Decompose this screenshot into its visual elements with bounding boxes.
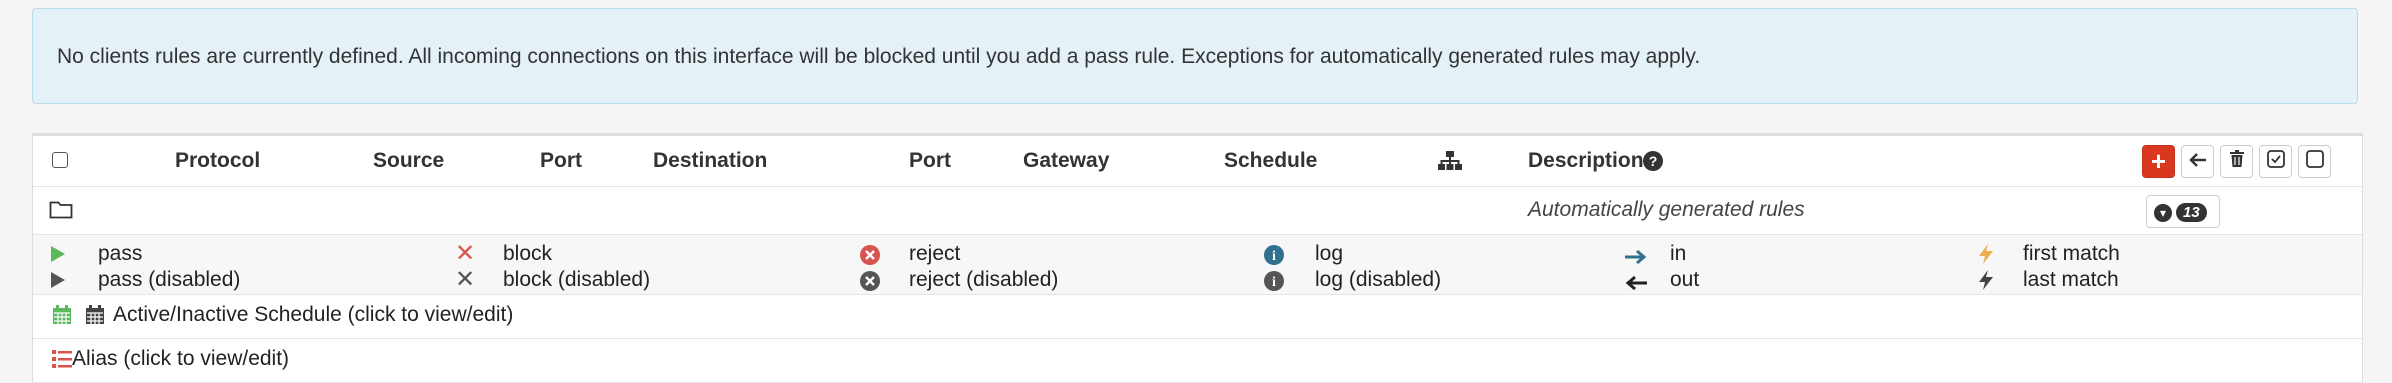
header-port-destination[interactable]: Port (909, 149, 951, 173)
delete-selected-button[interactable] (2220, 145, 2253, 178)
info-icon[interactable]: ? (1642, 150, 1664, 178)
rules-panel: Protocol Source Port Destination Port Ga… (32, 133, 2363, 383)
times-icon: ✕ (455, 240, 476, 267)
times-disabled-icon: ✕ (455, 266, 476, 293)
chevron-down-icon: ▾ (2154, 204, 2172, 222)
arrow-left-icon (2188, 151, 2207, 172)
bolt-disabled-icon (1977, 269, 1995, 297)
legend-log-disabled: log (disabled) (1315, 268, 1442, 291)
header-schedule[interactable]: Schedule (1224, 149, 1317, 173)
calendar-icon (52, 305, 72, 331)
legend-row: pass pass (disabled) ✕ block ✕ block (di… (33, 235, 2362, 295)
header-gateway[interactable]: Gateway (1023, 149, 1109, 173)
times-circle-disabled-icon (859, 270, 881, 298)
auto-rules-count: 13 (2176, 203, 2207, 222)
expand-auto-rules-button[interactable]: ▾ 13 (2146, 195, 2220, 228)
disable-selected-button[interactable] (2298, 145, 2331, 178)
svg-text:i: i (1272, 249, 1276, 264)
alert-message: No clients rules are currently defined. … (57, 45, 1701, 68)
times-circle-icon (859, 244, 881, 272)
legend-first-match: first match (2023, 242, 2120, 265)
add-rule-button[interactable]: + (2142, 145, 2175, 178)
arrow-right-icon (1624, 247, 1648, 271)
legend-pass: pass (98, 242, 143, 265)
alias-legend-row: Alias (click to view/edit) (33, 339, 2362, 383)
legend-pass-disabled: pass (disabled) (98, 268, 241, 291)
sitemap-icon (1438, 150, 1462, 178)
info-alert: No clients rules are currently defined. … (32, 8, 2358, 104)
schedule-legend-row: Active/Inactive Schedule (click to view/… (33, 295, 2362, 339)
check-square-icon (2266, 150, 2285, 173)
move-rule-button[interactable] (2181, 145, 2214, 178)
info-circle-icon: i (1263, 244, 1285, 272)
folder-icon (49, 199, 73, 225)
legend-block: block (503, 242, 553, 265)
legend-last-match: last match (2023, 268, 2119, 291)
square-icon (2305, 150, 2324, 173)
header-description[interactable]: Description (1528, 149, 1644, 173)
bolt-icon (1977, 243, 1995, 271)
legend-block-disabled: block (disabled) (503, 268, 651, 291)
legend-schedule: Active/Inactive Schedule (click to view/… (113, 303, 514, 326)
plus-icon: + (2150, 146, 2167, 176)
svg-text:?: ? (1649, 153, 1658, 169)
play-disabled-icon (50, 271, 66, 295)
legend-alias: Alias (click to view/edit) (72, 347, 290, 370)
legend-out: out (1670, 268, 1700, 291)
table-header: Protocol Source Port Destination Port Ga… (33, 134, 2362, 187)
legend-log: log (1315, 242, 1344, 265)
enable-selected-button[interactable] (2259, 145, 2292, 178)
list-icon (52, 349, 72, 375)
info-circle-disabled-icon: i (1263, 270, 1285, 298)
trash-icon (2229, 150, 2245, 173)
legend-in: in (1670, 242, 1687, 265)
legend-reject: reject (909, 242, 961, 265)
header-destination[interactable]: Destination (653, 149, 767, 173)
select-all-checkbox[interactable] (52, 152, 68, 168)
header-port[interactable]: Port (540, 149, 582, 173)
calendar-inactive-icon (85, 305, 105, 331)
play-icon (50, 245, 66, 269)
arrow-left-icon (1624, 273, 1648, 297)
svg-text:i: i (1272, 275, 1276, 290)
header-source[interactable]: Source (373, 149, 444, 173)
auto-rules-label: Automatically generated rules (1528, 198, 1805, 221)
auto-rules-row[interactable]: Automatically generated rules ▾ 13 (33, 187, 2362, 235)
legend-reject-disabled: reject (disabled) (909, 268, 1059, 291)
header-protocol[interactable]: Protocol (175, 149, 260, 173)
